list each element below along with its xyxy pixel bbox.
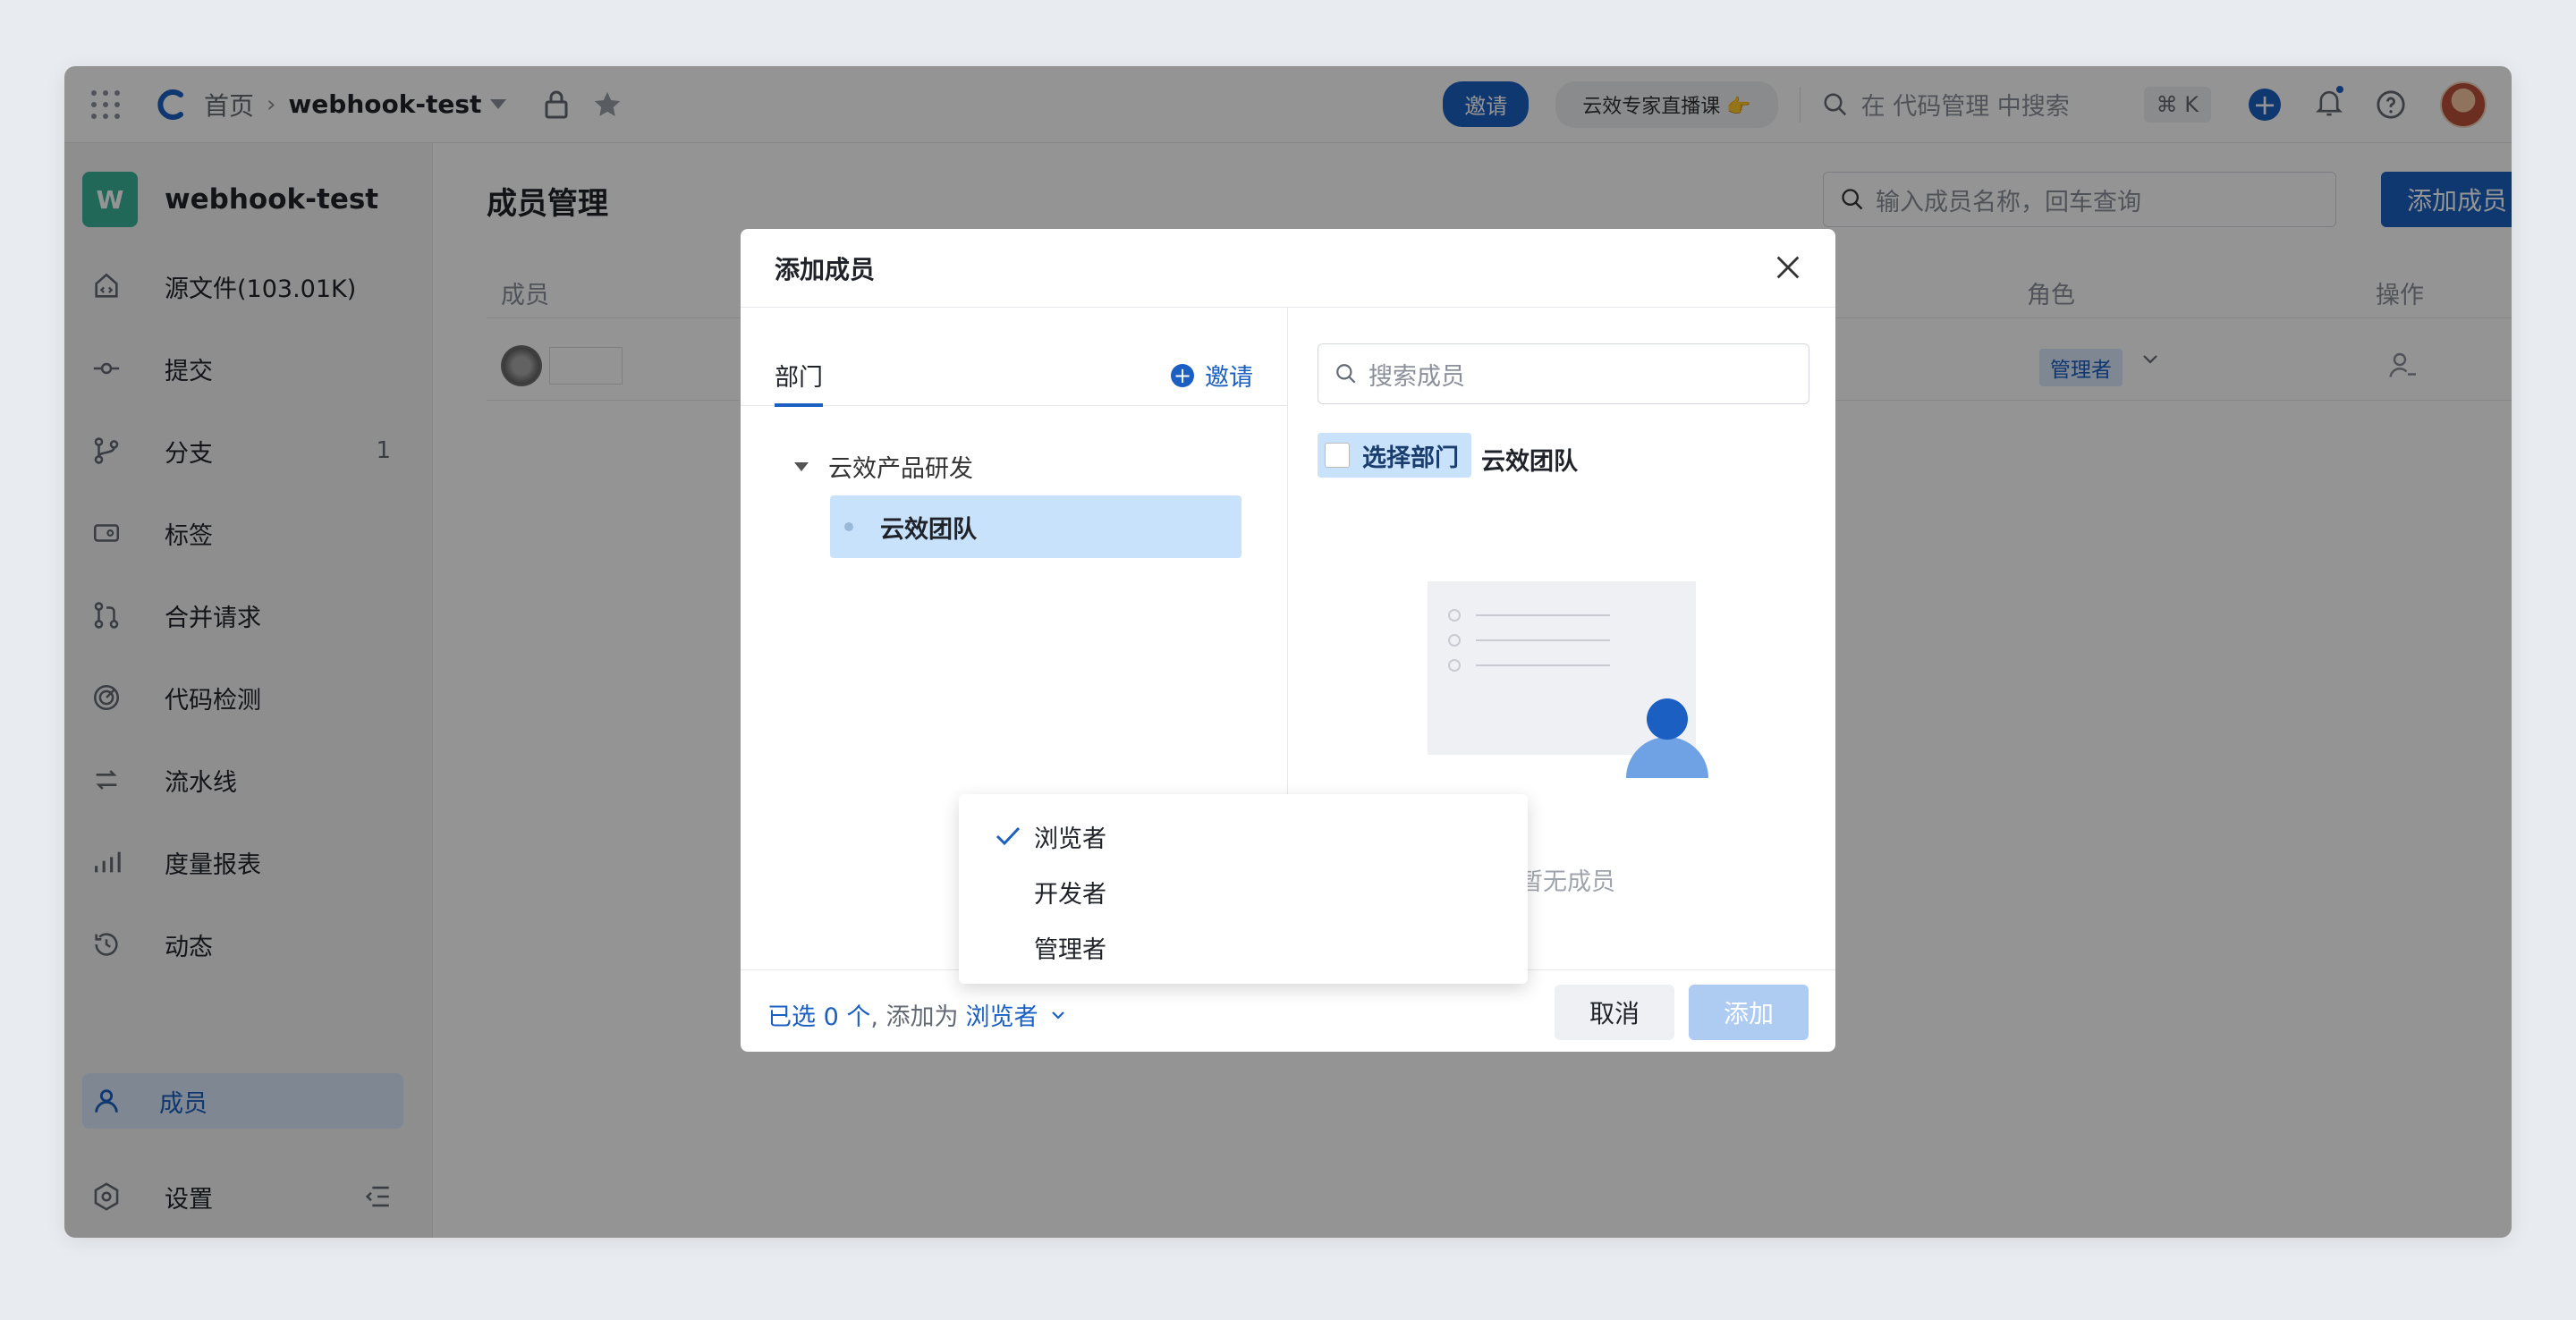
select-department-label: 选择部门 [1362,444,1459,472]
team-label: 云效团队 [1481,448,1578,476]
caret-down-icon[interactable] [794,461,809,471]
empty-state-illustration [1428,581,1708,778]
role-dropdown-menu: 浏览者 开发者 管理者 [959,794,1528,984]
role-select[interactable]: 浏览者 [966,997,1038,1032]
add-as-label: , 添加为 [870,1003,959,1031]
tab-invite-label: 邀请 [1205,364,1253,392]
search-member-placeholder: 搜索成员 [1368,362,1465,391]
role-option-label: 浏览者 [1034,825,1106,853]
select-department-checkbox[interactable]: 选择部门 [1318,433,1471,478]
role-option-admin[interactable]: 管理者 [959,919,1528,975]
checkbox[interactable] [1325,443,1350,468]
tree-node-parent[interactable]: 云效产品研发 [794,449,973,484]
role-option-viewer[interactable]: 浏览者 [959,808,1528,864]
role-option-label: 管理者 [1034,935,1106,964]
dialog-header: 添加成员 [741,229,1835,308]
chevron-down-icon[interactable] [1049,1007,1067,1023]
tree-node-label: 云效产品研发 [828,455,973,483]
tab-invite[interactable]: + 邀请 [1171,358,1253,393]
cancel-button[interactable]: 取消 [1555,985,1674,1040]
selected-count: 已选 0 个 [767,1003,871,1031]
role-option-developer[interactable]: 开发者 [959,864,1528,919]
role-option-label: 开发者 [1034,880,1106,909]
check-icon [996,826,1021,846]
add-button[interactable]: 添加 [1689,985,1809,1040]
plus-circle-icon: + [1171,363,1194,387]
search-member-input[interactable]: 搜索成员 [1318,343,1809,404]
selection-summary: 已选 0 个 , 添加为 浏览者 [767,997,1067,1032]
tab-bar: 部门 + 邀请 [741,308,1287,407]
tree-node-child[interactable]: 云效团队 [830,495,1241,558]
dialog-title: 添加成员 [775,254,876,284]
tree-leaf-dot [844,522,853,531]
search-icon [1336,364,1356,384]
close-icon[interactable] [1773,252,1803,283]
tree-node-label: 云效团队 [880,515,977,544]
tab-department[interactable]: 部门 [775,358,823,407]
empty-state-text: 暂无成员 [1519,868,1615,896]
